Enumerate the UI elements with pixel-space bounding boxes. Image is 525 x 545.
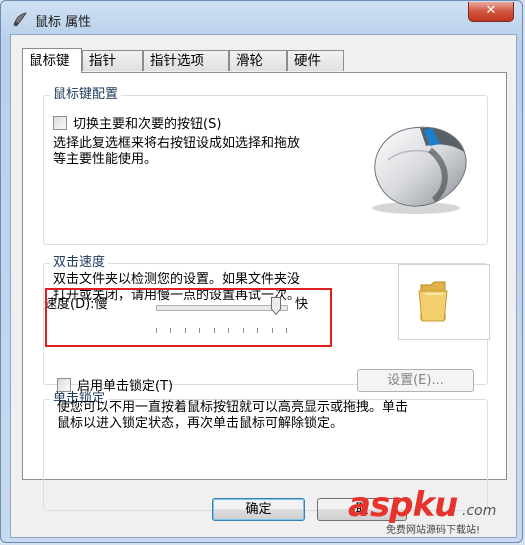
click-lock-label: 启用单击锁定(T) <box>77 379 174 394</box>
test-folder-area[interactable] <box>398 264 490 340</box>
title-bar[interactable]: 鼠标 属性 ✕ <box>1 1 522 37</box>
tab-pointers[interactable]: 指针 <box>82 50 143 71</box>
aspku-watermark: aspku .com 免费网站源码下载站! <box>346 485 516 536</box>
watermark-suffix: .com <box>462 503 497 519</box>
watermark-brand: aspku <box>348 485 458 525</box>
watermark-tagline: 免费网站源码下载站! <box>386 525 481 536</box>
click-lock-settings-button[interactable]: 设置(E)... <box>357 369 474 392</box>
button-config-description: 选择此复选框来将右按钮设成如选择和拖放 等主要性能使用。 <box>53 136 301 167</box>
speed-highlight-box <box>45 288 332 347</box>
tab-buttons[interactable]: 鼠标键 <box>22 48 82 73</box>
button-config-group: 鼠标键配置 切换主要和次要的按钮(S) 选择此复选框来将右按钮设成如选择和拖放 … <box>43 87 488 245</box>
click-lock-checkbox[interactable] <box>57 377 71 392</box>
close-button[interactable]: ✕ <box>468 2 514 22</box>
tab-pointer-options[interactable]: 指针选项 <box>143 50 229 71</box>
click-lock-checkbox-row[interactable]: 启用单击锁定(T) <box>57 375 173 394</box>
double-click-title: 双击速度 <box>50 255 109 271</box>
mouse-illustration <box>372 126 467 214</box>
switch-buttons-label: 切换主要和次要的按钮(S) <box>73 117 222 132</box>
mouse-properties-window: 鼠标 属性 ✕ 鼠标键 指针 指针选项 滑轮 硬件 鼠标键配置 切换主要和次要的… <box>0 0 523 543</box>
ok-button[interactable]: 确定 <box>212 498 305 521</box>
switch-buttons-checkbox-row[interactable]: 切换主要和次要的按钮(S) <box>53 113 221 132</box>
window-title: 鼠标 属性 <box>35 15 92 30</box>
tab-wheel[interactable]: 滑轮 <box>229 50 287 71</box>
folder-icon <box>418 281 448 322</box>
click-lock-description: 使您可以不用一直按着鼠标按钮就可以高亮显示或拖拽。单击 鼠标以进入锁定状态，再次… <box>57 400 409 431</box>
mouse-app-icon <box>13 12 27 27</box>
tab-hardware[interactable]: 硬件 <box>287 50 344 71</box>
button-config-title: 鼠标键配置 <box>50 87 122 103</box>
switch-buttons-checkbox[interactable] <box>53 115 67 130</box>
close-icon: ✕ <box>485 3 497 18</box>
